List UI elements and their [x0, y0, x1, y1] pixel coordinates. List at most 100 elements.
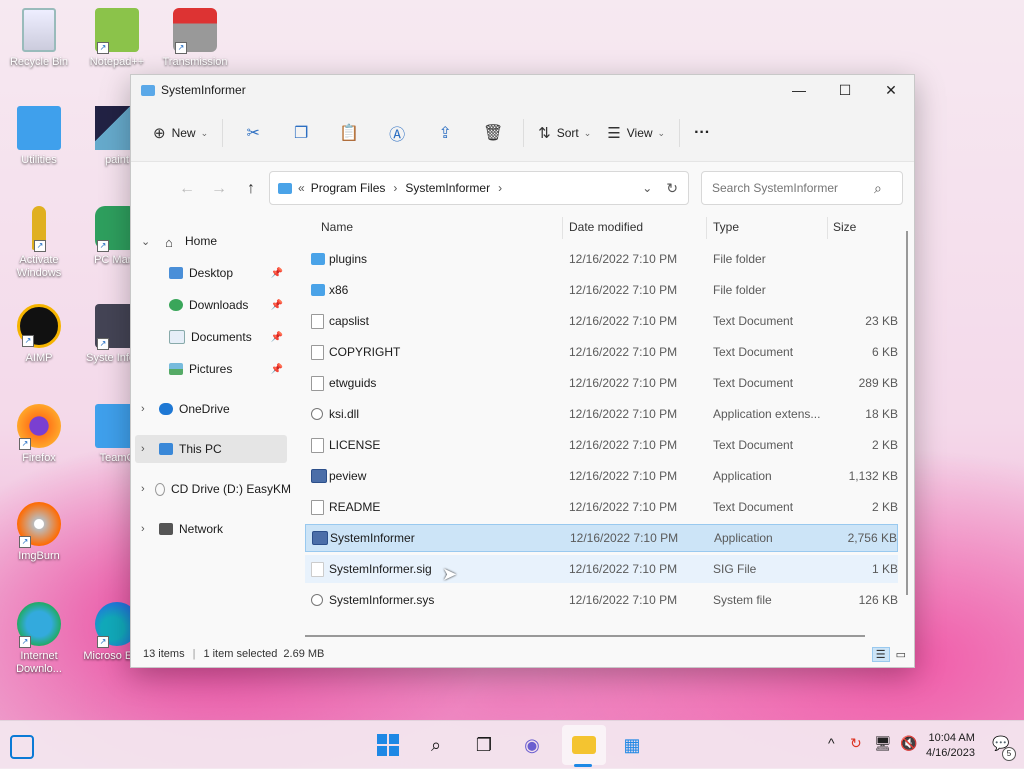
- sync-icon[interactable]: ↻: [850, 735, 862, 752]
- back-icon[interactable]: ←: [171, 180, 203, 198]
- refresh-icon[interactable]: ↻: [666, 180, 678, 197]
- file-row[interactable]: SystemInformer.sys 12/16/2022 7:10 PM Sy…: [305, 586, 898, 614]
- sidebar-item-network[interactable]: › Network: [141, 515, 291, 543]
- chevron-up-icon[interactable]: ^: [828, 735, 835, 751]
- copy-icon[interactable]: ❐: [277, 123, 325, 143]
- sidebar-item-this-pc[interactable]: › This PC: [135, 435, 287, 463]
- task-view-icon[interactable]: ❐: [470, 731, 498, 759]
- file-size: 6 KB: [871, 345, 898, 359]
- file-type: System file: [713, 593, 772, 607]
- desktop-icon-internet-download-manager[interactable]: ↗ Internet Downlo...: [4, 602, 74, 676]
- search-input[interactable]: [710, 180, 874, 196]
- start-windows-icon[interactable]: [374, 731, 402, 759]
- chevron-down-icon[interactable]: ⌄: [642, 181, 652, 195]
- sidebar-item-home[interactable]: ⌄ ⌂ Home: [141, 227, 291, 255]
- minimize-button[interactable]: —: [776, 75, 822, 105]
- file-row[interactable]: x86 12/16/2022 7:10 PM File folder: [305, 276, 898, 304]
- up-icon[interactable]: ↑: [235, 180, 267, 198]
- rename-icon[interactable]: Ⓐ: [373, 121, 421, 145]
- paste-icon[interactable]: 📋: [325, 123, 373, 143]
- pin-icon[interactable]: 📌: [271, 300, 283, 311]
- file-row[interactable]: peview 12/16/2022 7:10 PM Application 1,…: [305, 462, 898, 490]
- desktop-icon-utilities[interactable]: Utilities: [4, 106, 74, 167]
- teams-chat-icon[interactable]: ◉: [518, 731, 546, 759]
- file-row[interactable]: etwguids 12/16/2022 7:10 PM Text Documen…: [305, 369, 898, 397]
- column-divider[interactable]: [827, 217, 828, 239]
- store-icon[interactable]: ▦: [618, 731, 646, 759]
- volume-muted-icon[interactable]: 🔇: [900, 735, 917, 752]
- tiles-view-icon[interactable]: ▭: [896, 648, 906, 661]
- share-icon[interactable]: ⇪: [421, 123, 469, 143]
- breadcrumb-systeminformer[interactable]: SystemInformer: [405, 181, 490, 195]
- chevron-right-icon[interactable]: ›: [141, 403, 155, 415]
- column-header-size[interactable]: Size: [833, 215, 856, 239]
- search-icon[interactable]: ⌕: [422, 731, 450, 759]
- widgets-icon[interactable]: [10, 735, 34, 759]
- file-row-selected[interactable]: SystemInformer 12/16/2022 7:10 PM Applic…: [305, 524, 898, 552]
- file-row[interactable]: capslist 12/16/2022 7:10 PM Text Documen…: [305, 307, 898, 335]
- file-name: SystemInformer: [330, 531, 415, 545]
- view-icon: ☰: [607, 125, 621, 142]
- sort-button[interactable]: ⇅ Sort ⌄: [530, 117, 599, 149]
- file-row[interactable]: plugins 12/16/2022 7:10 PM File folder: [305, 245, 898, 273]
- sidebar-item-label: OneDrive: [179, 402, 230, 416]
- file-date: 12/16/2022 7:10 PM: [569, 500, 678, 514]
- desktop-icon-aimp[interactable]: ↗ AIMP: [4, 304, 74, 365]
- sidebar-item-documents[interactable]: Documents 📌: [169, 323, 287, 351]
- sidebar-item-downloads[interactable]: Downloads 📌: [169, 291, 287, 319]
- file-row-hovered[interactable]: SystemInformer.sig 12/16/2022 7:10 PM SI…: [305, 555, 898, 583]
- chevron-down-icon[interactable]: ⌄: [141, 235, 155, 248]
- breadcrumb-overflow[interactable]: «: [298, 181, 305, 195]
- desktop-icon-activate-windows[interactable]: ↗ Activate Windows: [4, 206, 74, 280]
- chevron-right-icon[interactable]: ›: [141, 443, 155, 455]
- file-date: 12/16/2022 7:10 PM: [569, 314, 678, 328]
- downloads-icon: [169, 299, 183, 311]
- close-button[interactable]: ✕: [868, 75, 914, 105]
- cut-icon[interactable]: ✂: [229, 123, 277, 143]
- desktop-icon-imgburn[interactable]: ↗ ImgBurn: [4, 502, 74, 563]
- desktop-icon-firefox[interactable]: ↗ Firefox: [4, 404, 74, 465]
- column-header-type[interactable]: Type: [713, 215, 739, 239]
- details-view-icon[interactable]: ☰: [871, 646, 890, 662]
- chevron-right-icon[interactable]: ›: [141, 483, 151, 495]
- pin-icon[interactable]: 📌: [271, 364, 283, 375]
- sidebar-item-pictures[interactable]: Pictures 📌: [169, 355, 287, 383]
- chevron-right-icon[interactable]: ›: [141, 523, 155, 535]
- file-row[interactable]: README 12/16/2022 7:10 PM Text Document …: [305, 493, 898, 521]
- horizontal-scrollbar[interactable]: [305, 635, 865, 637]
- delete-icon[interactable]: 🗑: [469, 123, 517, 143]
- sidebar-item-onedrive[interactable]: › OneDrive: [141, 395, 291, 423]
- text-document-icon: [311, 437, 324, 453]
- column-header-name[interactable]: Name: [321, 215, 353, 239]
- more-options-button[interactable]: ···: [686, 117, 718, 149]
- sidebar-item-desktop[interactable]: Desktop 📌: [169, 259, 287, 287]
- search-icon[interactable]: ⌕: [874, 180, 882, 197]
- vertical-scrollbar[interactable]: [906, 231, 908, 595]
- column-divider[interactable]: [562, 217, 563, 239]
- sidebar-item-label: Desktop: [189, 266, 234, 280]
- column-divider[interactable]: [706, 217, 707, 239]
- forward-icon[interactable]: →: [203, 180, 235, 198]
- title-bar[interactable]: SystemInformer — ☐ ✕: [131, 75, 914, 105]
- pin-icon[interactable]: 📌: [271, 332, 283, 343]
- clock[interactable]: 10:04 AM 4/16/2023: [926, 731, 975, 761]
- sidebar-item-cd-drive[interactable]: › CD Drive (D:) EasyKM: [141, 475, 291, 503]
- address-bar[interactable]: « Program Files › SystemInformer › ⌄ ↻: [269, 171, 689, 205]
- breadcrumb-program-files[interactable]: Program Files: [311, 181, 386, 195]
- recycle-bin-icon: [22, 8, 56, 52]
- new-button[interactable]: ⊕ New ⌄: [145, 117, 216, 149]
- file-row[interactable]: ksi.dll 12/16/2022 7:10 PM Application e…: [305, 400, 898, 428]
- desktop-icon-notepadpp[interactable]: ↗ Notepad++: [82, 8, 152, 69]
- desktop-icon-recycle-bin[interactable]: Recycle Bin: [4, 8, 74, 69]
- column-header-date[interactable]: Date modified: [569, 215, 643, 239]
- view-button[interactable]: ☰ View ⌄: [599, 117, 673, 149]
- pin-icon[interactable]: 📌: [271, 268, 283, 279]
- file-explorer-icon[interactable]: [562, 725, 606, 765]
- maximize-button[interactable]: ☐: [822, 75, 868, 105]
- network-icon[interactable]: 🖥: [874, 735, 892, 752]
- file-row[interactable]: COPYRIGHT 12/16/2022 7:10 PM Text Docume…: [305, 338, 898, 366]
- file-type: Text Document: [713, 345, 794, 359]
- file-row[interactable]: LICENSE 12/16/2022 7:10 PM Text Document…: [305, 431, 898, 459]
- search-box[interactable]: ⌕: [701, 171, 903, 205]
- desktop-icon-transmission[interactable]: ↗ Transmission: [160, 8, 230, 69]
